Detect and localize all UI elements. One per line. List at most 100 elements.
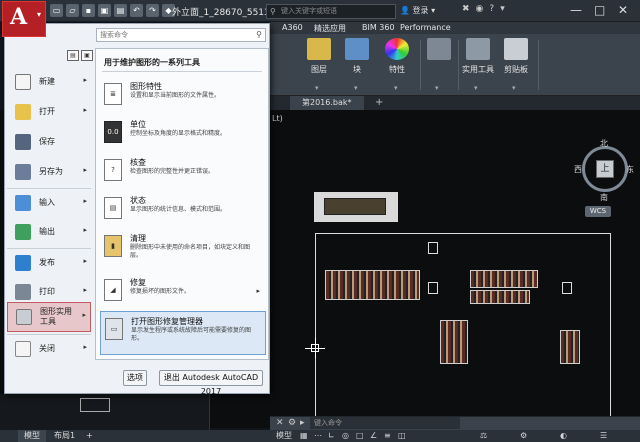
submenu-item-desc: 修复损坏的图形文件。 [130,288,191,295]
menu-item-import[interactable]: 输入 ▸ [7,188,91,216]
isolate-icon[interactable]: ◐ [560,430,567,442]
recent-documents-icon[interactable]: ▤ [67,50,79,61]
section-marker [428,282,438,294]
application-menu-button[interactable]: A ▾ [2,1,46,37]
compass-west[interactable]: 西 [574,164,582,175]
submenu-item-purge[interactable]: ▮ 清理 删除图形中未使用的命名项目，如块定义和图层。 [100,229,266,273]
chevron-right-icon: ▸ [83,286,87,294]
open-documents-icon[interactable]: ▣ [81,50,93,61]
purge-icon: ▮ [104,235,122,257]
close-icon[interactable]: ✕ [276,418,284,428]
undo-icon[interactable]: ↶ [130,4,143,17]
chevron-down-icon[interactable]: ▾ [354,84,358,92]
chevron-right-icon: ▸ [83,257,87,265]
menu-item-label: 保存 [39,137,55,146]
chevron-down-icon[interactable]: ▾ [500,4,505,14]
options-button[interactable]: 选项 [123,370,147,386]
chevron-right-icon: ▸ [83,76,87,84]
compass-north[interactable]: 北 [600,138,608,149]
model-space-button[interactable]: 模型 [276,430,292,442]
tab-performance[interactable]: Performance [400,23,451,32]
layers-icon [307,38,331,60]
viewcube-top-face[interactable]: 上 [596,160,614,178]
ortho-icon[interactable]: ∟ [328,430,335,442]
compass-south[interactable]: 南 [600,192,608,203]
customize-icon[interactable]: ☰ [600,430,607,442]
menu-item-drawing-utilities[interactable]: 图形实用 工具 ▸ [7,302,91,332]
menu-item-new[interactable]: 新建 ▸ [7,68,91,96]
chevron-right-icon: ▸ [83,226,87,234]
menu-item-open[interactable]: 打开 ▸ [7,98,91,126]
utilities-group[interactable]: 实用工具 [456,38,500,75]
tab-layout1[interactable]: 布局1 [48,430,81,442]
menu-item-publish[interactable]: 发布 ▸ [7,248,91,276]
exit-autocad-button[interactable]: 退出 Autodesk AutoCAD 2017 [159,370,263,396]
save-as-icon[interactable]: ▣ [98,4,111,17]
open-icon[interactable]: ▱ [66,4,79,17]
search-icon: ⚲ [256,30,262,39]
chevron-down-icon[interactable]: ▾ [474,84,478,92]
search-input[interactable]: ⚲ 键入关键字或短语 [266,4,396,19]
elevation-drawing [470,270,538,288]
viewcube[interactable]: 上 北 南 西 东 [574,134,636,204]
add-layout-button[interactable]: + [80,430,99,442]
ribbon-panel: 图层 块 特性 实用工具 剪贴板 ▾ ▾ ▾ ▾ ▾ ▾ [270,34,640,96]
groups-group[interactable] [426,38,452,64]
new-icon[interactable]: ▭ [50,4,63,17]
save-icon [15,134,31,150]
otrack-icon[interactable]: ∠ [370,430,377,442]
annotation-scale-icon[interactable]: ⚖ [480,430,487,442]
a360-icon[interactable]: ◉ [476,4,484,14]
recent-commands-icon[interactable]: ▸ [300,418,305,428]
close-button[interactable]: ✕ [618,3,628,17]
menu-item-close[interactable]: 关闭 ▸ [7,334,91,362]
menu-item-save[interactable]: 保存 [7,128,91,156]
menu-search-input[interactable]: 搜索命令 ⚲ [96,28,266,42]
new-tab-button[interactable]: + [375,97,383,108]
sign-in-button[interactable]: 👤 登录 ▾ [400,5,435,16]
search-icon: ⚲ [270,7,276,16]
units-icon: 0.0 [104,121,122,143]
snap-icon[interactable]: ⋯ [314,430,322,442]
grid-icon[interactable]: ▦ [300,430,308,442]
menu-item-save-as[interactable]: 另存为 ▸ [7,158,91,186]
wrench-icon[interactable]: ⚙ [288,418,296,428]
tab-bim360[interactable]: BIM 360 [362,23,395,32]
menu-item-export[interactable]: 输出 ▸ [7,218,91,246]
wcs-menu[interactable]: WCS [585,206,611,217]
workspace-icon[interactable]: ⚙ [520,430,527,442]
submenu-item-title: 单位 [130,120,146,129]
properties-group[interactable]: 特性 [380,38,414,75]
chevron-down-icon[interactable]: ▾ [435,84,439,92]
chevron-down-icon[interactable]: ▾ [315,84,319,92]
chevron-down-icon[interactable]: ▾ [512,84,516,92]
submenu-item-desc: 删除图形中未使用的命名项目，如块定义和图层。 [130,244,251,259]
tab-model[interactable]: 模型 [18,430,46,442]
submenu-item-drawing-recovery-manager[interactable]: ▭ 打开图形修复管理器 显示发生程序或系统故障后可能需要修复的图形。 [100,311,266,355]
help-icon[interactable]: ? [489,4,494,14]
audit-icon: ? [104,159,122,181]
command-input[interactable]: 键入命令 [310,417,460,429]
osnap-icon[interactable]: □ [356,430,364,442]
lineweight-icon[interactable]: ≡ [384,430,391,442]
block-group[interactable]: 块 [340,38,374,75]
transparency-icon[interactable]: ◫ [398,430,406,442]
redo-icon[interactable]: ↷ [146,4,159,17]
clipboard-group[interactable]: 剪贴板 [496,38,536,75]
polar-icon[interactable]: ◎ [342,430,349,442]
chevron-down-icon[interactable]: ▾ [394,84,398,92]
file-tab-active[interactable]: 第2016.bak* [290,96,364,110]
compass-east[interactable]: 东 [626,164,634,175]
viewport-label[interactable]: Lt) [272,114,283,123]
print-icon[interactable]: ▤ [114,4,127,17]
minimize-button[interactable]: — [570,3,582,17]
file-tab-label: 第2016.bak* [302,98,352,107]
save-icon[interactable]: ▪ [82,4,95,17]
maximize-button[interactable]: □ [594,3,605,17]
drawing-utilities-icon [16,309,32,325]
tab-featured-apps[interactable]: 精选应用 [314,23,346,34]
separator [420,40,421,90]
layers-group[interactable]: 图层 [302,38,336,75]
exchange-icon[interactable]: ✖ [462,4,470,14]
tab-a360[interactable]: A360 [282,23,303,32]
